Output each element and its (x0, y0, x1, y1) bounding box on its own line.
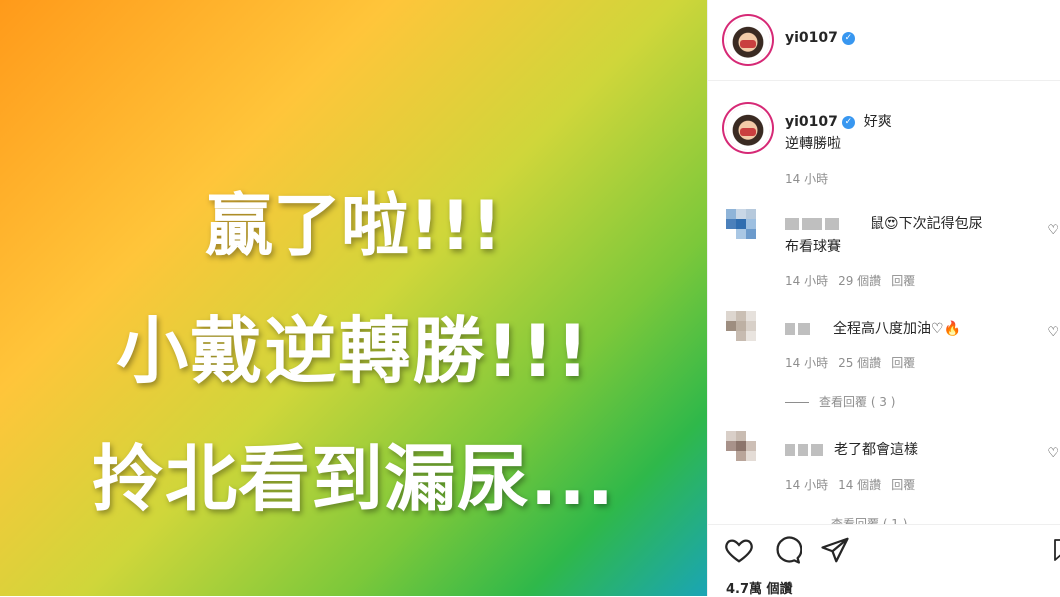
like-count[interactable]: 4.7萬 個讚 (726, 578, 793, 597)
header-username[interactable]: yi0107 ✓ (785, 30, 855, 46)
comment-2-text-line-1: 全程高八度加油♡🔥 (833, 321, 961, 337)
verified-badge-icon: ✓ (841, 115, 855, 129)
post-text-line-3: 拎北看到漏尿... (91, 437, 616, 521)
blurred-username[interactable] (785, 444, 795, 456)
comment-time: 14 小時 (785, 274, 829, 288)
comment-1-meta: 14 小時 29 個讚 回覆 (785, 272, 925, 289)
caption-time: 14 小時 (785, 172, 829, 186)
blurred-username-part (802, 218, 822, 230)
blurred-username-part (798, 323, 810, 335)
post-image[interactable]: 贏了啦!!! 小戴逆轉勝!!! 拎北看到漏尿... (0, 0, 707, 596)
reply-button[interactable]: 回覆 (891, 478, 915, 492)
commenter-avatar[interactable] (726, 209, 766, 249)
bookmark-icon[interactable] (1051, 535, 1060, 565)
comment-text: 鼠😍下次記得包尿 (785, 213, 983, 233)
share-icon[interactable] (820, 535, 850, 565)
comment-3-text-line-1: 老了都會這樣 (834, 442, 918, 458)
comment-time: 14 小時 (785, 356, 829, 370)
heart-icon[interactable] (724, 535, 754, 565)
avatar[interactable] (726, 18, 770, 62)
comment-icon[interactable] (772, 535, 802, 565)
comment-1-text-line-1: 鼠😍下次記得包尿 (870, 216, 983, 232)
post-actions: 4.7萬 個讚 (708, 524, 1060, 597)
comment-likes[interactable]: 25 個讚 (838, 356, 881, 370)
caption-avatar[interactable] (726, 106, 770, 150)
comments-list[interactable]: yi0107 ✓ 好爽 逆轉勝啦 14 小時 鼠😍下次記得包尿 布看球賽 14 小… (708, 81, 1060, 524)
commenter-avatar[interactable] (726, 431, 766, 471)
comment-like-heart-icon[interactable]: ♡ (1047, 223, 1059, 238)
comment-like-heart-icon[interactable]: ♡ (1047, 325, 1059, 340)
caption-username[interactable]: yi0107 ✓ 好爽 (785, 111, 892, 131)
post-header: yi0107 ✓ (708, 0, 1060, 81)
post-text-line-2: 小戴逆轉勝!!! (116, 309, 591, 393)
blurred-username-part (811, 444, 823, 456)
comment-likes[interactable]: 29 個讚 (838, 274, 881, 288)
comment-2-meta: 14 小時 25 個讚 回覆 (785, 354, 925, 371)
blurred-username[interactable] (785, 218, 799, 230)
comment-likes[interactable]: 14 個讚 (838, 478, 881, 492)
comment-like-heart-icon[interactable]: ♡ (1047, 446, 1059, 461)
comment-3-meta: 14 小時 14 個讚 回覆 (785, 476, 925, 493)
comment-time: 14 小時 (785, 478, 829, 492)
view-replies-button[interactable]: 查看回覆 ( 1 ) (831, 515, 907, 524)
commenter-avatar[interactable] (726, 311, 766, 351)
blurred-username-part (798, 444, 808, 456)
blurred-username-part (825, 218, 839, 230)
verified-badge-icon: ✓ (841, 31, 855, 45)
caption-text-line-2: 逆轉勝啦 (785, 136, 841, 152)
caption-text: 好爽 (863, 114, 892, 130)
reply-button[interactable]: 回覆 (891, 356, 915, 370)
replies-divider (785, 402, 809, 403)
view-replies-button[interactable]: 查看回覆 ( 3 ) (785, 393, 905, 410)
reply-button[interactable]: 回覆 (891, 274, 915, 288)
post-text-line-1: 贏了啦!!! (204, 187, 503, 266)
blurred-username[interactable] (785, 323, 795, 335)
comment-text: 全程高八度加油♡🔥 (785, 318, 961, 338)
caption-username-label[interactable]: yi0107 (785, 114, 838, 130)
post-side-panel: yi0107 ✓ yi0107 ✓ 好爽 逆轉勝啦 14 小時 鼠😍下次記得包尿 布… (707, 0, 1060, 597)
comment-1-text-line-2: 布看球賽 (785, 239, 841, 255)
view-replies-label[interactable]: 查看回覆 ( 3 ) (819, 395, 895, 409)
header-username-label[interactable]: yi0107 (785, 30, 838, 46)
comment-text: 老了都會這樣 (785, 439, 918, 459)
